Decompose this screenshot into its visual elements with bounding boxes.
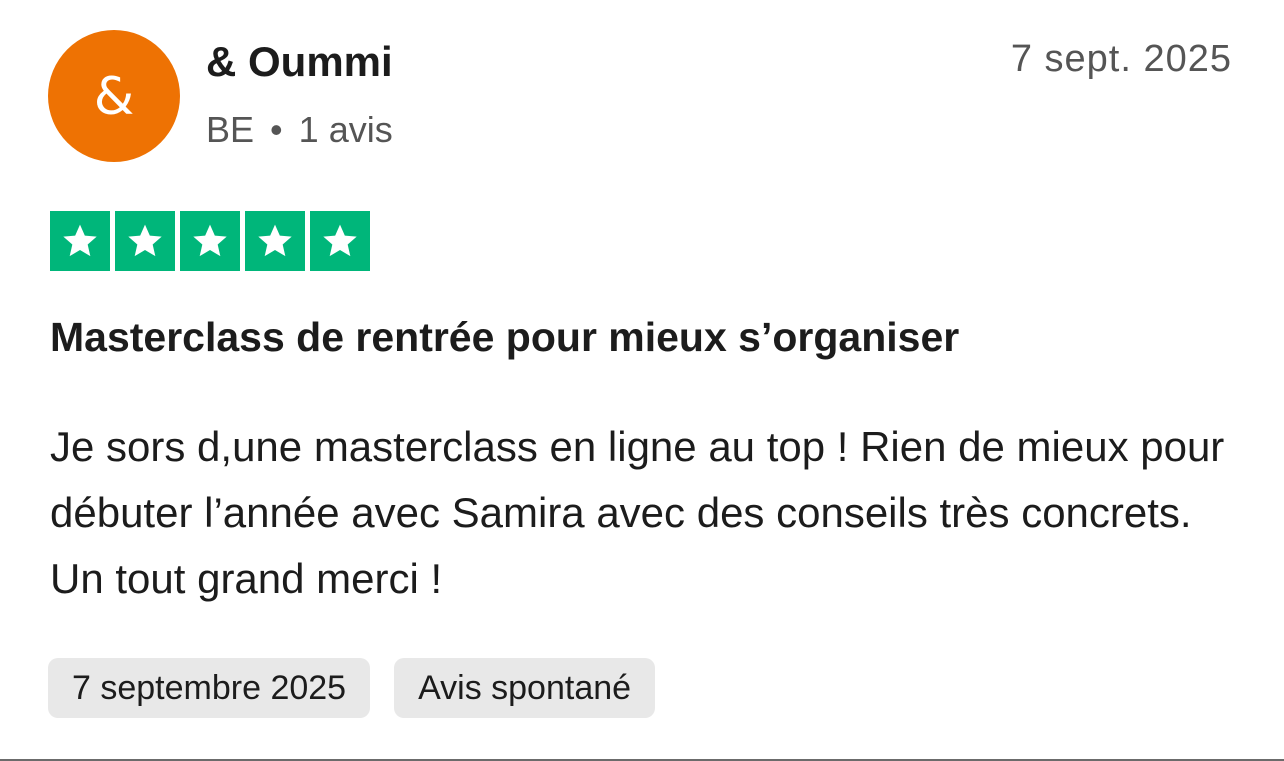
review-type-chip: Avis spontané [394, 658, 656, 718]
reviewer-name[interactable]: & Oummi [206, 38, 393, 86]
review-date: 7 sept. 2025 [1010, 38, 1232, 80]
experience-date-chip: 7 septembre 2025 [48, 658, 371, 718]
star-rating [50, 211, 370, 271]
star-icon [50, 211, 110, 271]
reviewer-country: BE [206, 109, 255, 150]
review-body: Je sors d,une masterclass en ligne au to… [50, 423, 1225, 602]
star-icon [310, 211, 370, 271]
reviewer-meta: BE • 1 avis [206, 108, 393, 152]
review-title: Masterclass de rentrée pour mieux s’orga… [50, 314, 960, 360]
review-chips: 7 septembre 2025 Avis spontané [48, 658, 656, 718]
star-icon [245, 211, 305, 271]
star-icon [180, 211, 240, 271]
star-icon [115, 211, 175, 271]
avatar[interactable]: & [48, 30, 180, 162]
meta-separator: • [270, 109, 283, 150]
reviewer-review-count: 1 avis [298, 109, 393, 150]
avatar-initial: & [93, 67, 135, 127]
